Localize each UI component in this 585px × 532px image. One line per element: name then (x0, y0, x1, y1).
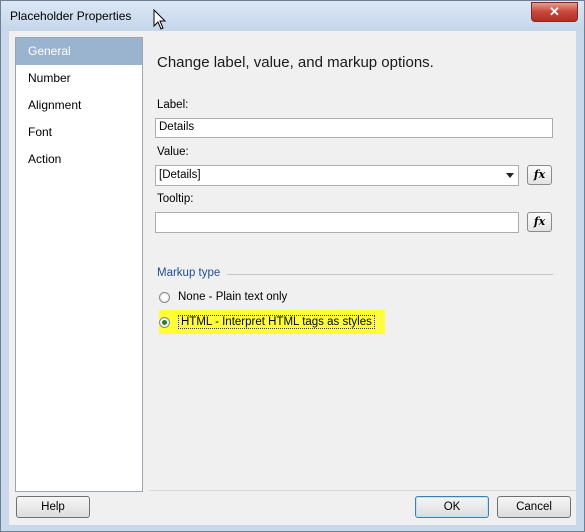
sidebar: General Number Alignment Font Action (15, 37, 143, 492)
tooltip-expression-button[interactable]: fx (527, 212, 552, 232)
markup-type-group-label: Markup type (157, 267, 221, 279)
sidebar-item-number[interactable]: Number (16, 65, 142, 92)
value-field-label: Value: (157, 146, 189, 158)
dialog-window: Placeholder Properties ✕ General Number … (0, 0, 585, 532)
radio-html-interpret[interactable]: HTML - Interpret HTML tags as styles (159, 312, 375, 332)
close-icon: ✕ (549, 4, 560, 19)
radio-label: HTML - Interpret HTML tags as styles (178, 315, 375, 329)
ok-button[interactable]: OK (415, 496, 489, 518)
fx-icon: fx (533, 215, 546, 228)
general-page: Change label, value, and markup options.… (155, 37, 565, 490)
value-expression-button[interactable]: fx (527, 165, 552, 185)
sidebar-item-font[interactable]: Font (16, 119, 142, 146)
radio-button-checked[interactable] (159, 316, 170, 328)
tooltip-input[interactable] (155, 212, 519, 233)
mouse-cursor-icon (153, 9, 167, 30)
close-button[interactable]: ✕ (531, 2, 578, 22)
help-button[interactable]: Help (16, 496, 90, 518)
label-input[interactable]: Details (155, 118, 553, 138)
chevron-down-icon[interactable] (506, 173, 514, 178)
radio-button[interactable] (159, 291, 170, 303)
footer-divider (149, 490, 576, 491)
dialog-body: General Number Alignment Font Action Cha… (9, 31, 576, 525)
sidebar-item-action[interactable]: Action (16, 146, 142, 173)
value-combobox[interactable]: [Details] (155, 165, 519, 186)
sidebar-item-alignment[interactable]: Alignment (16, 92, 142, 119)
radio-none-plain-text[interactable]: None - Plain text only (159, 287, 287, 307)
tooltip-field-label: Tooltip: (157, 193, 194, 205)
window-title: Placeholder Properties (10, 9, 132, 23)
title-bar[interactable]: Placeholder Properties ✕ (1, 1, 584, 31)
radio-label: None - Plain text only (178, 291, 288, 303)
cancel-button[interactable]: Cancel (497, 496, 571, 518)
sidebar-item-general[interactable]: General (16, 38, 142, 65)
label-field-label: Label: (157, 99, 189, 111)
group-divider (227, 274, 553, 275)
page-heading: Change label, value, and markup options. (157, 54, 434, 71)
fx-icon: fx (533, 168, 546, 181)
value-combobox-text: [Details] (159, 169, 201, 181)
